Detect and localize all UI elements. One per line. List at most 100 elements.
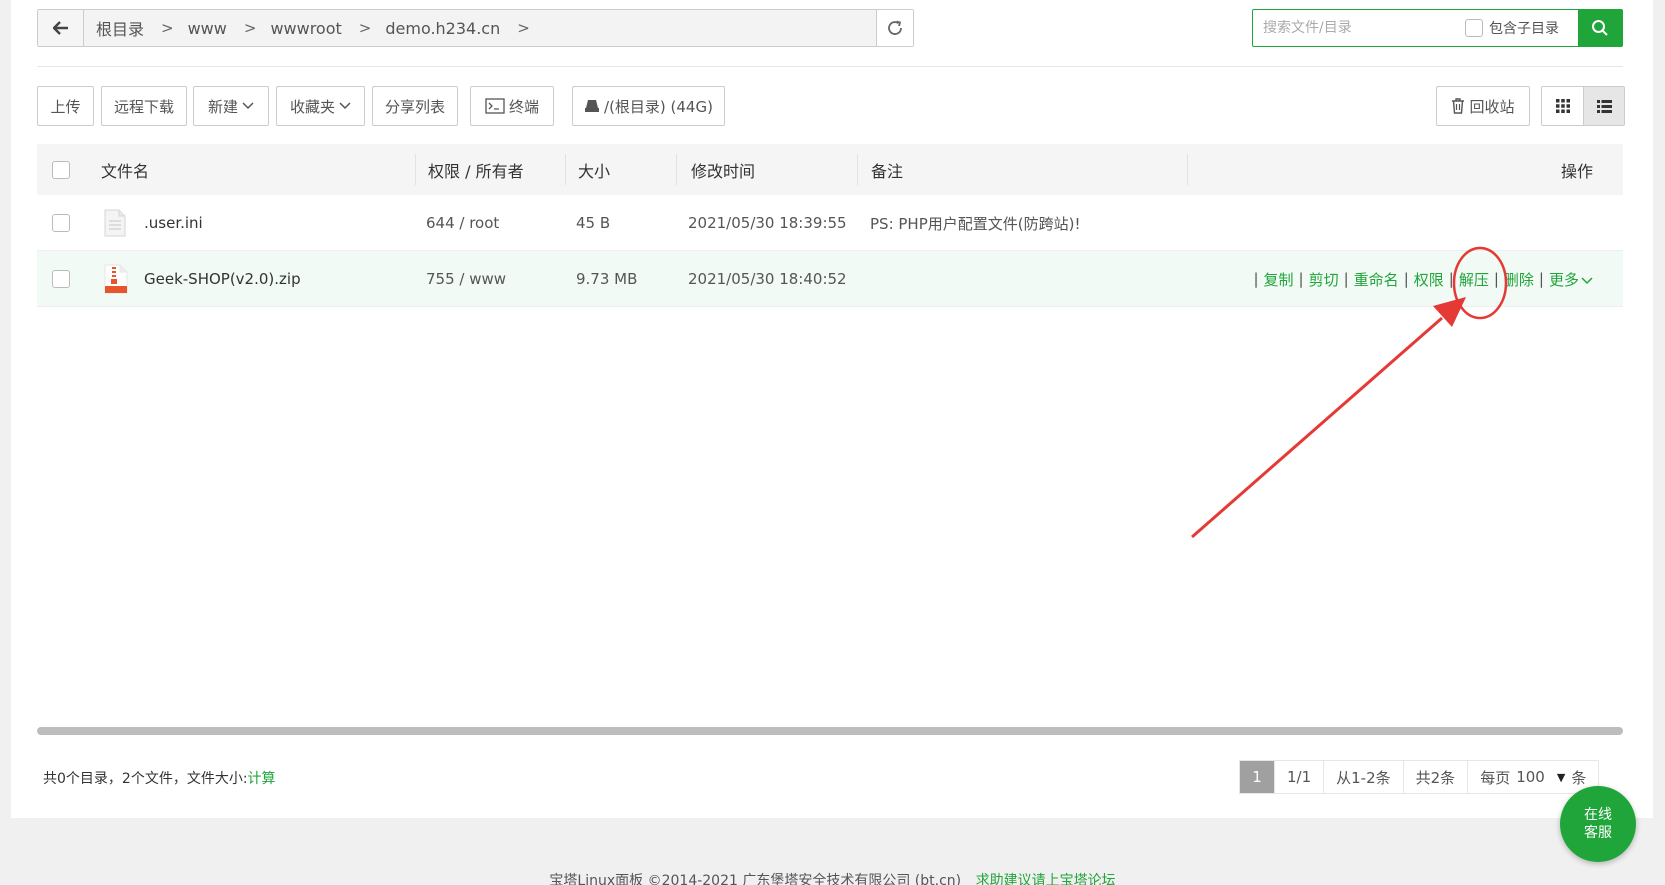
file-note[interactable]: PS: PHP用户配置文件(防跨站)!	[870, 195, 1080, 251]
more-action[interactable]: 更多	[1549, 269, 1593, 290]
per-page-label: 每页	[1480, 768, 1511, 787]
column-divider	[676, 154, 677, 185]
delete-action[interactable]: 删除	[1504, 269, 1534, 290]
arrow-left-icon	[52, 21, 68, 35]
page-current[interactable]: 1	[1240, 761, 1275, 793]
header-perm-owner[interactable]: 权限 / 所有者	[428, 144, 524, 195]
column-divider	[415, 154, 416, 185]
zip-file-icon	[104, 251, 128, 307]
remote-download-button[interactable]: 远程下载	[101, 86, 187, 126]
more-label: 更多	[1548, 270, 1579, 289]
forum-link[interactable]: 求助建议请上宝塔论坛	[976, 873, 1116, 885]
dir-summary: 共0个目录，2个文件，文件大小: 计算	[43, 766, 276, 790]
header-name[interactable]: 文件名	[101, 144, 149, 195]
include-subdir-option[interactable]: 包含子目录	[1465, 10, 1559, 46]
file-perm[interactable]: 755 / www	[426, 251, 506, 307]
file-perm[interactable]: 644 / root	[426, 195, 499, 251]
table-row[interactable]: .user.ini 644 / root 45 B 2021/05/30 18:…	[37, 195, 1623, 251]
copy-action[interactable]: 复制	[1264, 269, 1294, 290]
terminal-button[interactable]: 终端	[470, 86, 554, 126]
per-page-value: 100	[1516, 768, 1545, 786]
file-size: 9.73 MB	[576, 270, 638, 288]
summary-text: 共0个目录，2个文件，文件大小:	[43, 771, 248, 787]
file-mtime: 2021/05/30 18:39:55	[688, 214, 847, 232]
chevron-right-icon: >	[243, 19, 257, 37]
recycle-bin-button[interactable]: 回收站	[1436, 86, 1530, 126]
disk-button[interactable]: /(根目录) (44G)	[572, 86, 725, 126]
chevron-down-icon	[1581, 276, 1593, 284]
copyright-text: 宝塔Linux面板 ©2014-2021 广东堡塔安全技术有限公司 (bt.cn…	[549, 873, 962, 885]
chevron-right-icon: >	[161, 19, 174, 37]
chevron-right-icon: >	[358, 19, 372, 37]
new-button[interactable]: 新建	[193, 86, 269, 126]
table-header: 文件名 权限 / 所有者 大小 修改时间 备注 操作	[37, 144, 1623, 195]
list-view-button[interactable]	[1583, 87, 1624, 125]
row-actions: | 复制 | 剪切 | 重命名 | 权限 | 解压 | 删除 | 更多	[1248, 251, 1593, 307]
breadcrumb-wwwroot[interactable]: wwwroot	[267, 19, 344, 38]
action-separator: |	[1403, 270, 1409, 288]
per-page-select[interactable]: 100 ▼	[1516, 768, 1565, 786]
path-bar: 根目录 > www > wwwroot > demo.h234.cn >	[37, 9, 914, 47]
header-mtime[interactable]: 修改时间	[691, 144, 755, 195]
terminal-label: 终端	[508, 97, 539, 116]
file-mtime: 2021/05/30 18:40:52	[688, 270, 847, 288]
page-total: 共2条	[1403, 761, 1469, 793]
row-checkbox[interactable]	[52, 214, 70, 232]
action-separator: |	[1448, 270, 1454, 288]
breadcrumb-root[interactable]: 根目录	[93, 16, 147, 40]
chevron-down-icon	[242, 102, 254, 110]
column-divider	[857, 154, 858, 185]
header-size[interactable]: 大小	[578, 144, 610, 195]
new-label: 新建	[207, 97, 238, 116]
view-toggle	[1541, 86, 1625, 126]
upload-label: 上传	[50, 97, 81, 116]
action-separator: |	[1493, 270, 1499, 288]
include-subdir-label: 包含子目录	[1489, 21, 1559, 37]
footer-copyright: 宝塔Linux面板 ©2014-2021 广东堡塔安全技术有限公司 (bt.cn…	[0, 870, 1665, 885]
remote-download-label: 远程下载	[113, 97, 174, 116]
row-checkbox[interactable]	[52, 270, 70, 288]
header-note: 备注	[871, 161, 904, 181]
file-name[interactable]: Geek-SHOP(v2.0).zip	[144, 251, 301, 307]
disk-label: /(根目录) (44G)	[604, 97, 713, 116]
favorites-button[interactable]: 收藏夹	[276, 86, 365, 126]
header-ops: 操作	[1560, 161, 1593, 181]
share-list-button[interactable]: 分享列表	[372, 86, 458, 126]
refresh-button[interactable]	[876, 10, 913, 46]
action-separator: |	[1343, 270, 1349, 288]
pagination: 1 1/1 从1-2条 共2条 每页 100 ▼ 条	[1239, 760, 1600, 794]
online-service-label: 在线 客服	[1584, 806, 1612, 842]
upload-button[interactable]: 上传	[37, 86, 94, 126]
action-separator: |	[1538, 270, 1544, 288]
extract-action[interactable]: 解压	[1459, 269, 1489, 290]
header-divider	[37, 66, 1623, 67]
breadcrumb-site[interactable]: demo.h234.cn	[382, 19, 503, 38]
terminal-icon	[485, 98, 505, 114]
per-page: 每页 100 ▼ 条	[1468, 761, 1599, 793]
calc-size-link[interactable]: 计算	[248, 768, 276, 788]
select-all-checkbox[interactable]	[52, 160, 70, 179]
column-divider	[1187, 154, 1188, 185]
search-icon	[1592, 20, 1608, 36]
file-name[interactable]: .user.ini	[144, 195, 203, 251]
table-row[interactable]: Geek-SHOP(v2.0).zip 755 / www 9.73 MB 20…	[37, 251, 1623, 307]
perm-action[interactable]: 权限	[1414, 269, 1444, 290]
cut-action[interactable]: 剪切	[1309, 269, 1339, 290]
row-select-cell	[52, 195, 70, 251]
grid-view-button[interactable]	[1542, 87, 1583, 125]
share-list-label: 分享列表	[384, 97, 445, 116]
per-page-unit: 条	[1571, 768, 1587, 787]
action-separator: |	[1253, 270, 1259, 288]
file-size: 45 B	[576, 214, 611, 232]
include-subdir-checkbox[interactable]	[1465, 19, 1483, 37]
rename-action[interactable]: 重命名	[1354, 269, 1399, 290]
favorites-label: 收藏夹	[289, 97, 335, 116]
horizontal-scrollbar[interactable]	[37, 727, 1623, 735]
breadcrumb-www[interactable]: www	[185, 19, 230, 38]
online-service-button[interactable]: 在线 客服	[1560, 786, 1636, 862]
search-input[interactable]	[1253, 10, 1465, 46]
caret-down-icon: ▼	[1556, 770, 1566, 784]
grid-icon	[1555, 99, 1570, 113]
search-button[interactable]	[1578, 10, 1622, 46]
back-button[interactable]	[38, 10, 84, 46]
